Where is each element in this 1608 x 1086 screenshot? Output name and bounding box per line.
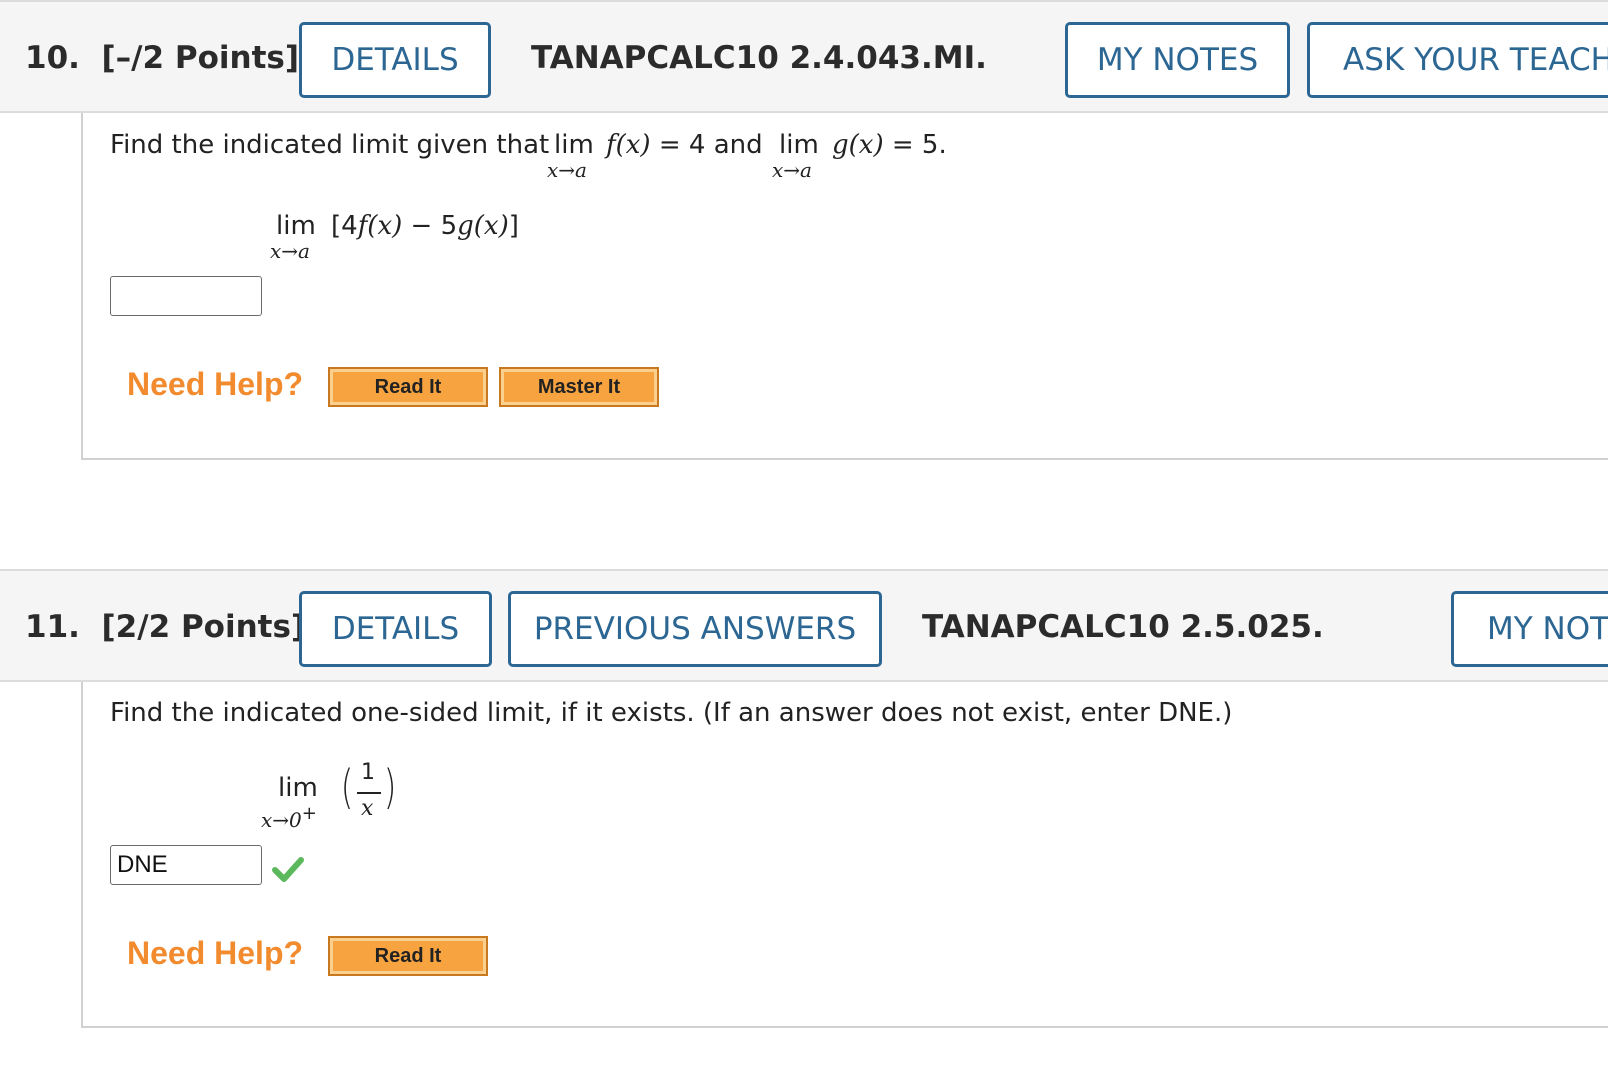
main-limit-expression: [4f(x) − 5g(x)] [331,211,519,241]
question-code: TANAPCALC10 2.5.025. [922,609,1324,645]
read-it-button[interactable]: Read It [328,936,488,976]
my-notes-label: MY NOTES [1487,611,1608,647]
my-notes-button[interactable]: MY NOTES [1451,591,1608,667]
f-of-x: f(x) [606,130,651,160]
question-10-number-points: 10. [–/2 Points] [25,40,299,76]
question-11-body [81,682,1608,1028]
details-button[interactable]: DETAILS [299,591,492,667]
lim-f-subscript: x→a [547,158,587,182]
previous-answers-button[interactable]: PREVIOUS ANSWERS [508,591,882,667]
fraction-bar [357,792,381,794]
g-of-x: g(x) [832,130,884,160]
checkmark-icon [272,853,304,885]
eq-4-and: = 4 and [650,130,763,160]
question-points: [–/2 Points] [101,40,300,76]
details-button[interactable]: DETAILS [299,22,491,98]
one-sided-lim: lim [278,773,318,803]
paren-open: ( [340,760,354,814]
main-limit-lim: lim [276,211,316,241]
question-10-prompt: Find the indicated limit given that [110,130,549,160]
my-notes-button[interactable]: MY NOTES [1065,22,1290,98]
ask-teacher-button[interactable]: ASK YOUR TEACHER [1307,22,1608,98]
g-expression: g(x) = 5. [832,130,947,160]
fraction-denominator: x [361,796,374,821]
need-help-label: Need Help? [127,935,304,971]
main-limit-subscript: x→a [270,239,310,263]
question-points: [2/2 Points] [101,609,306,645]
one-sided-subscript: x→0+ [261,803,317,832]
paren-close: ) [383,760,397,814]
lim-g-subscript: x→a [772,158,812,182]
prompt-text: Find the indicated limit given that [110,130,550,160]
answer-input[interactable] [110,845,262,885]
lim-f: lim [554,130,594,160]
question-11-prompt: Find the indicated one-sided limit, if i… [110,698,1233,728]
question-number: 11. [25,609,80,645]
question-10-header: 10. [–/2 Points] DETAILS TANAPCALC10 2.4… [0,0,1608,113]
fraction-numerator: 1 [361,760,375,785]
answer-input[interactable] [110,276,262,316]
question-11-number-points: 11. [2/2 Points] [25,609,305,645]
question-number: 10. [25,40,80,76]
lim-g: lim [779,130,819,160]
ask-teacher-label: ASK YOUR TEACHER [1343,42,1608,78]
question-10-body [81,113,1608,460]
question-11-header: 11. [2/2 Points] DETAILS PREVIOUS ANSWER… [0,569,1608,682]
read-it-button[interactable]: Read It [328,367,488,407]
eq-5: = 5. [883,130,947,160]
need-help-label: Need Help? [127,366,304,402]
question-code: TANAPCALC10 2.4.043.MI. [531,40,987,76]
f-expression: f(x) = 4 and [606,130,763,160]
master-it-button[interactable]: Master It [499,367,659,407]
